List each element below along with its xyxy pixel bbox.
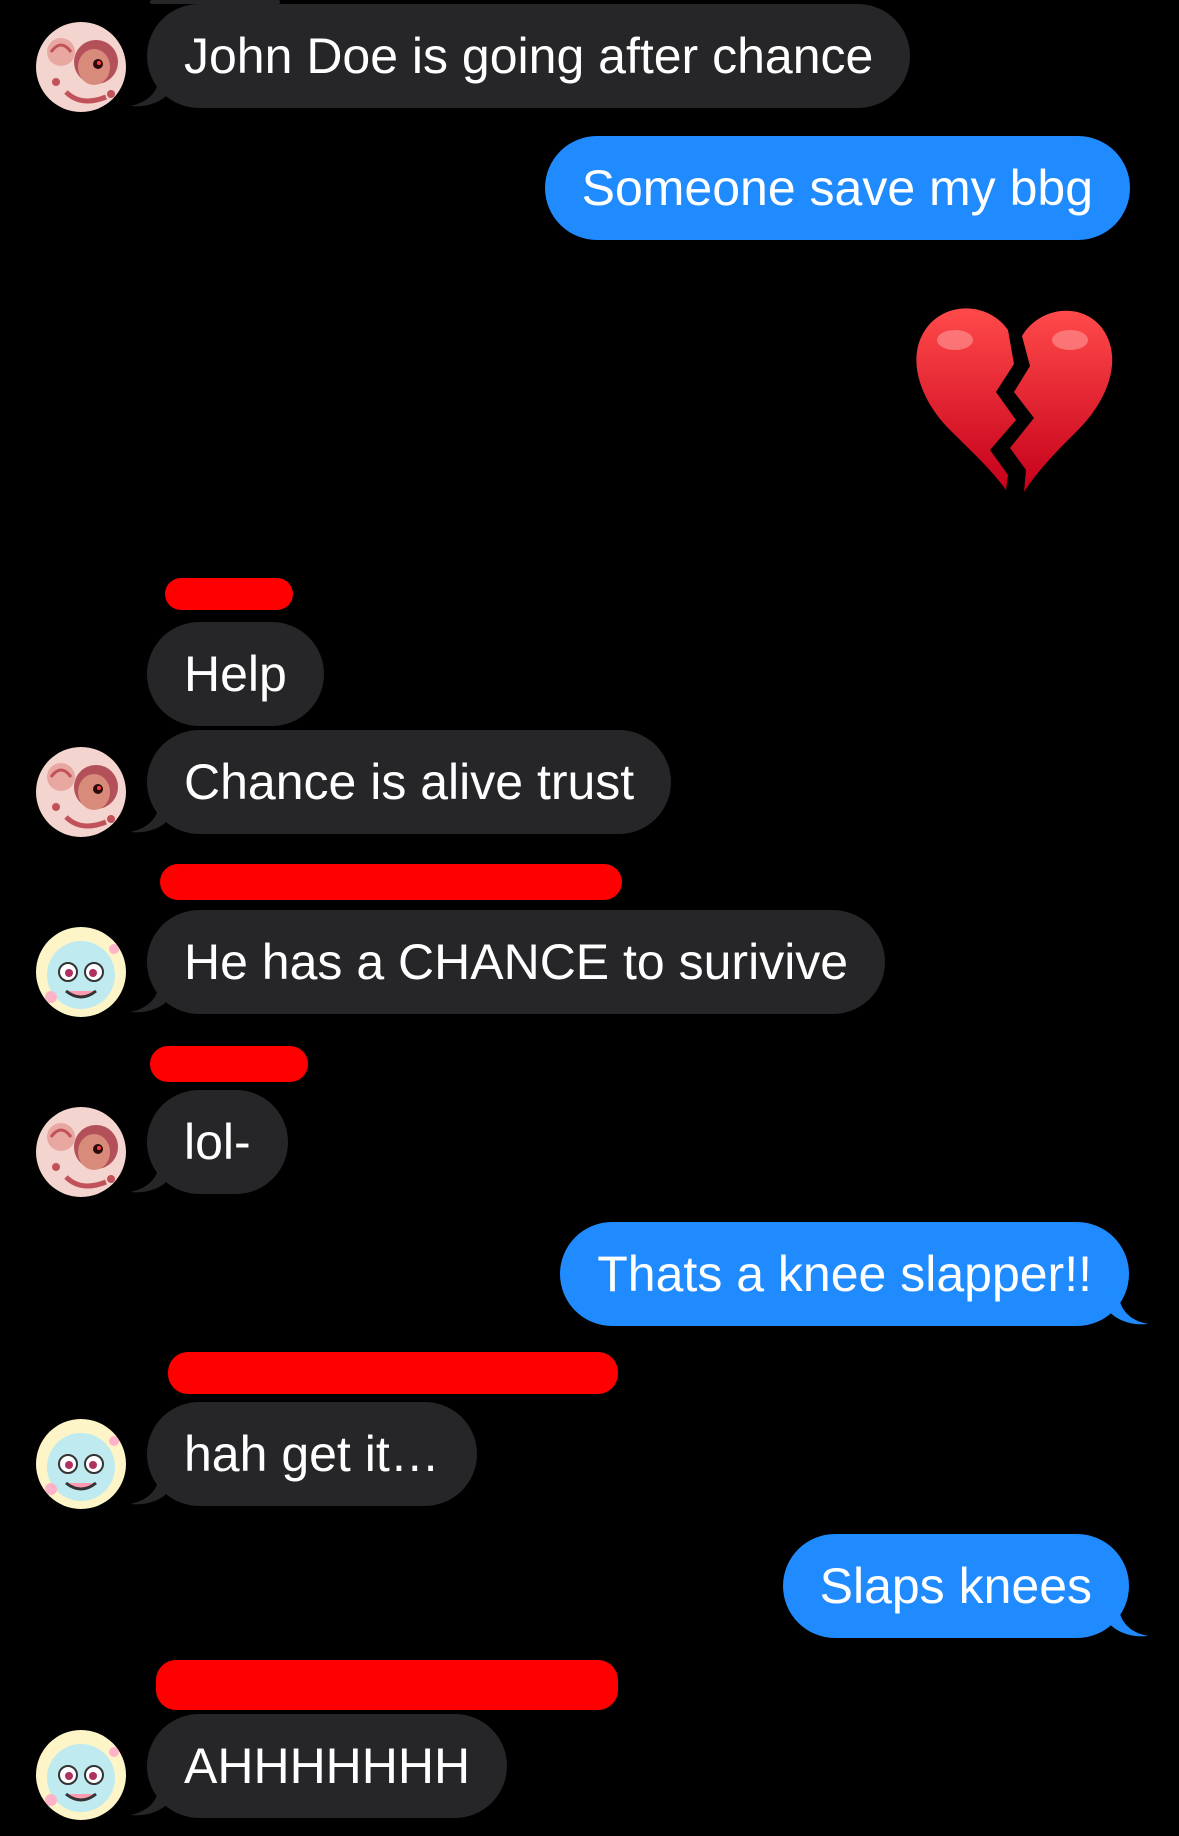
incoming-message-bubble[interactable]: John Doe is going after chance	[147, 4, 911, 108]
bubble-tail	[1108, 1288, 1148, 1325]
blue-character-avatar[interactable]	[36, 1419, 126, 1509]
outgoing-message-bubble[interactable]: Someone save my bbg	[544, 136, 1130, 240]
broken-heart-icon[interactable]	[910, 300, 1120, 495]
outgoing-message-bubble[interactable]: Thats a knee slapper!!	[560, 1222, 1129, 1326]
red-character-avatar[interactable]	[36, 1107, 126, 1197]
red-character-avatar[interactable]	[36, 22, 126, 112]
blue-character-avatar[interactable]	[36, 927, 126, 1017]
bubble-tail	[1108, 1600, 1148, 1637]
incoming-message-bubble[interactable]: hah get it…	[147, 1402, 477, 1506]
incoming-message-bubble[interactable]: AHHHHHHH	[147, 1714, 508, 1818]
incoming-message-bubble[interactable]: Chance is alive trust	[147, 730, 672, 834]
redacted-sender-name	[165, 578, 293, 610]
redacted-sender-name	[156, 1660, 618, 1710]
incoming-message-bubble[interactable]: Help	[147, 622, 324, 726]
red-character-avatar[interactable]	[36, 747, 126, 837]
redacted-sender-name	[168, 1352, 618, 1394]
blue-character-avatar[interactable]	[36, 1730, 126, 1820]
redacted-sender-name	[150, 1046, 308, 1082]
incoming-message-bubble[interactable]: He has a CHANCE to surivive	[147, 910, 886, 1014]
outgoing-message-bubble[interactable]: Slaps knees	[782, 1534, 1129, 1638]
redacted-sender-name	[160, 864, 622, 900]
incoming-message-bubble[interactable]: lol-	[147, 1090, 288, 1194]
